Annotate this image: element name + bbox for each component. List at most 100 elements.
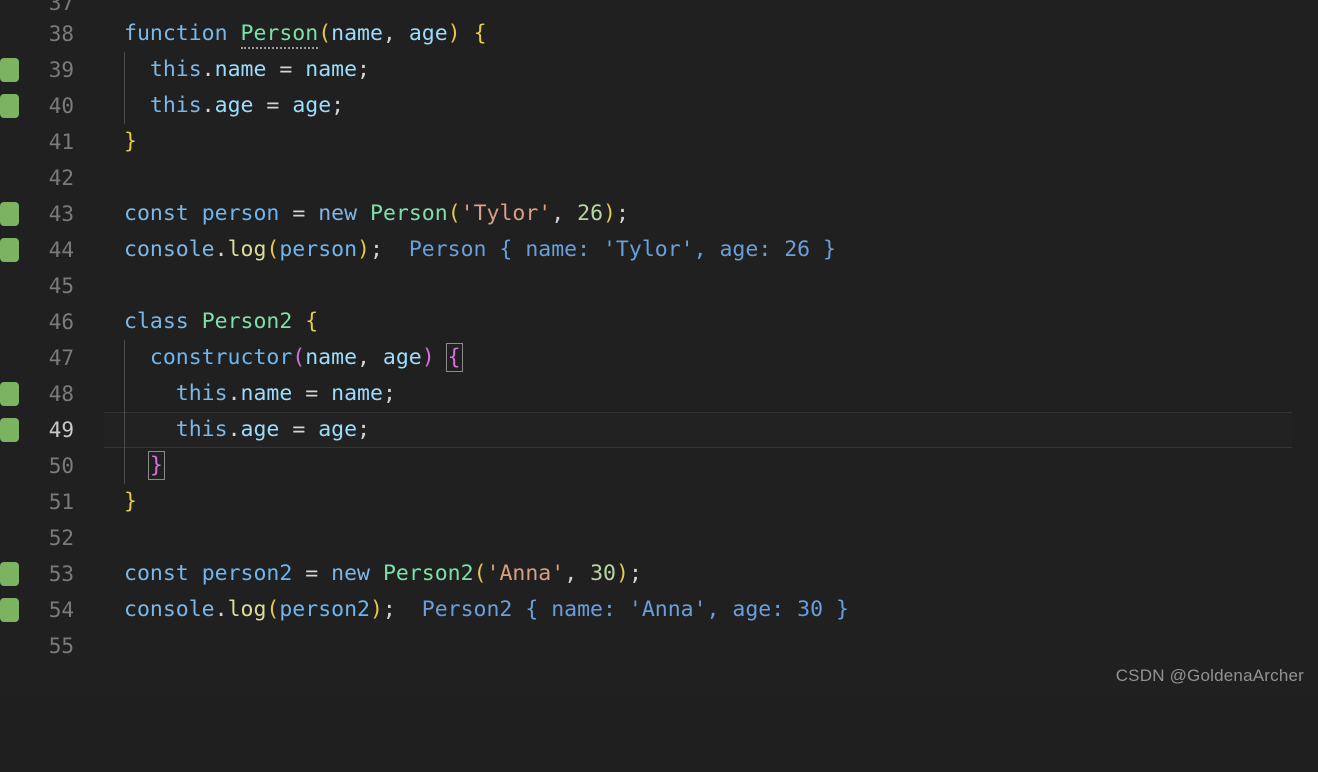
line-number: 44 bbox=[48, 238, 74, 262]
token-keyword-new: new bbox=[331, 561, 370, 586]
code-line[interactable]: 55 bbox=[0, 628, 1318, 664]
code-line[interactable]: 53 const person2 = new Person2('Anna', 3… bbox=[0, 556, 1318, 592]
code-editor[interactable]: 37 38 function Person(name, age) { 39 th… bbox=[0, 0, 1318, 694]
code-content[interactable]: } bbox=[124, 448, 165, 484]
line-number: 45 bbox=[48, 274, 74, 298]
token-dot: . bbox=[227, 381, 241, 406]
line-number: 42 bbox=[48, 166, 74, 190]
line-number: 47 bbox=[48, 346, 74, 370]
code-line[interactable]: 41 } bbox=[0, 124, 1318, 160]
token-keyword-new: new bbox=[318, 201, 358, 226]
code-line[interactable]: 46 class Person2 { bbox=[0, 304, 1318, 340]
code-line[interactable]: 48 this.name = name; bbox=[0, 376, 1318, 412]
code-line[interactable]: 50 } bbox=[0, 448, 1318, 484]
token-paren-open: ( bbox=[447, 201, 461, 226]
token-comma: , bbox=[357, 345, 370, 370]
token-param-name: name bbox=[331, 21, 383, 46]
code-line[interactable]: 52 bbox=[0, 520, 1318, 556]
line-number: 52 bbox=[48, 526, 74, 550]
token-brace-close: } bbox=[124, 129, 137, 154]
token-param-age: age bbox=[408, 21, 448, 46]
code-line[interactable]: 51 } bbox=[0, 484, 1318, 520]
token-brace-open: { bbox=[305, 309, 319, 334]
code-content[interactable]: this.age = age; bbox=[124, 88, 344, 124]
token-semicolon: ; bbox=[357, 417, 371, 442]
token-brace-close-matched: } bbox=[147, 451, 165, 480]
code-line[interactable]: 40 this.age = age; bbox=[0, 88, 1318, 124]
code-line[interactable]: 43 const person = new Person('Tylor', 26… bbox=[0, 196, 1318, 232]
code-content[interactable]: console.log(person); Person { name: 'Tyl… bbox=[124, 232, 836, 268]
token-property-name: name bbox=[240, 381, 293, 406]
code-content[interactable]: function Person(name, age) { bbox=[124, 16, 487, 52]
token-variable-person2: person2 bbox=[201, 561, 293, 586]
code-line[interactable]: 47 constructor(name, age) { bbox=[0, 340, 1318, 376]
token-semicolon: ; bbox=[628, 561, 642, 586]
token-semicolon: ; bbox=[369, 237, 383, 262]
token-comma: , bbox=[551, 201, 565, 226]
code-line[interactable]: 37 bbox=[0, 0, 1318, 16]
code-content[interactable]: this.name = name; bbox=[124, 376, 396, 412]
token-keyword-this: this bbox=[149, 57, 202, 82]
code-line[interactable]: 39 this.name = name; bbox=[0, 52, 1318, 88]
token-brace-open-matched: { bbox=[445, 343, 463, 372]
token-property-age: age bbox=[214, 93, 254, 118]
code-content[interactable]: const person2 = new Person2('Anna', 30); bbox=[124, 556, 642, 592]
code-content[interactable]: } bbox=[124, 124, 137, 160]
token-string-anna: 'Anna' bbox=[486, 561, 565, 586]
line-number: 55 bbox=[48, 634, 74, 658]
line-number: 46 bbox=[48, 310, 74, 334]
code-line[interactable]: 38 function Person(name, age) { bbox=[0, 16, 1318, 52]
code-line[interactable]: 54 console.log(person2); Person2 { name:… bbox=[0, 592, 1318, 628]
code-line[interactable]: 44 console.log(person); Person { name: '… bbox=[0, 232, 1318, 268]
token-param-name: name bbox=[331, 381, 383, 406]
token-semicolon: ; bbox=[357, 57, 370, 82]
token-identifier-person2: Person2 bbox=[382, 561, 474, 586]
token-param-age: age bbox=[382, 345, 422, 370]
code-content[interactable]: constructor(name, age) { bbox=[124, 340, 463, 376]
code-content[interactable]: } bbox=[124, 484, 137, 520]
line-number: 39 bbox=[48, 58, 74, 82]
token-param-age: age bbox=[318, 417, 358, 442]
token-equals: = bbox=[266, 93, 280, 118]
line-number: 50 bbox=[48, 454, 74, 478]
code-content[interactable]: const person = new Person('Tylor', 26); bbox=[124, 196, 629, 232]
token-equals: = bbox=[292, 417, 306, 442]
token-keyword-this: this bbox=[149, 93, 202, 118]
token-identifier-person: Person bbox=[240, 21, 319, 49]
code-content[interactable]: console.log(person2); Person2 { name: 'A… bbox=[124, 592, 849, 628]
token-method-log: log bbox=[227, 237, 267, 262]
code-content[interactable]: this.name = name; bbox=[124, 52, 370, 88]
code-line[interactable]: 45 bbox=[0, 268, 1318, 304]
token-variable-person: person bbox=[279, 237, 358, 262]
code-line[interactable]: 42 bbox=[0, 160, 1318, 196]
code-area[interactable]: 37 38 function Person(name, age) { 39 th… bbox=[0, 0, 1318, 694]
token-variable-person2: person2 bbox=[279, 597, 370, 622]
code-content[interactable]: class Person2 { bbox=[124, 304, 318, 340]
line-number: 37 bbox=[48, 0, 74, 15]
token-paren-close: ) bbox=[421, 345, 435, 370]
line-number: 41 bbox=[48, 130, 74, 154]
token-semicolon: ; bbox=[382, 381, 396, 406]
token-comma: , bbox=[564, 561, 578, 586]
token-identifier-person2: Person2 bbox=[201, 309, 293, 334]
token-number-26: 26 bbox=[577, 201, 604, 226]
code-line-active[interactable]: 49 this.age = age; bbox=[0, 412, 1318, 448]
code-content[interactable]: this.age = age; bbox=[124, 412, 370, 448]
token-property-age: age bbox=[240, 417, 280, 442]
